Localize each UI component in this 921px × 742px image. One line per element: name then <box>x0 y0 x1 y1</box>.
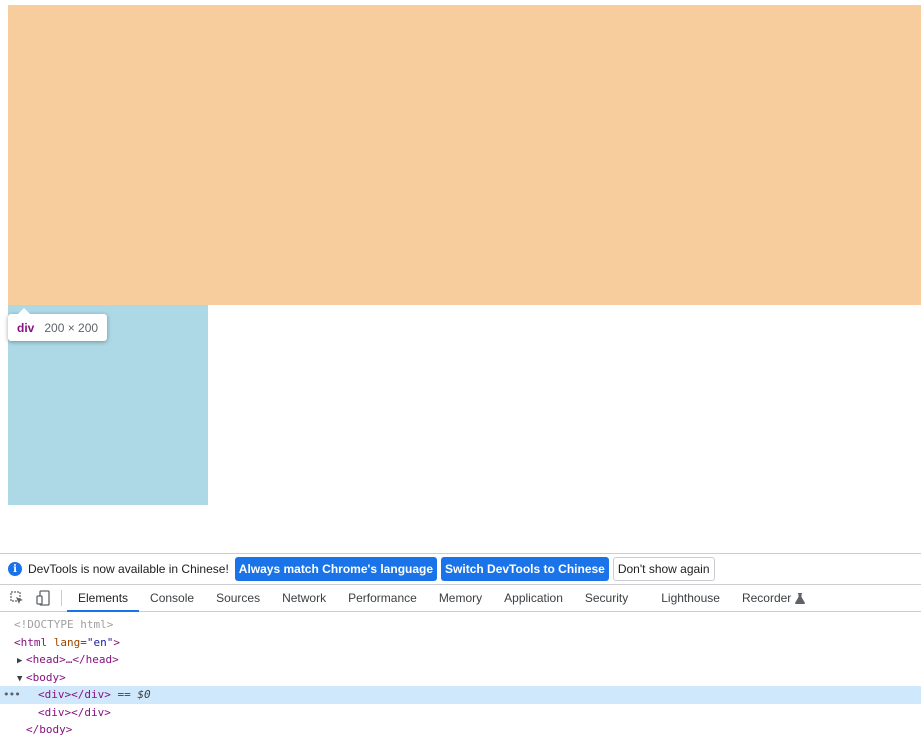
inspect-element-icon[interactable] <box>4 585 30 611</box>
html-close-bracket: > <box>113 635 120 649</box>
switch-to-chinese-button[interactable]: Switch DevTools to Chinese <box>441 557 609 581</box>
html-lang-value: "en" <box>86 635 114 649</box>
dom-line-body[interactable]: ▼ <body> <box>0 669 921 687</box>
page-viewport: div 200 × 200 <box>0 0 921 553</box>
infobar-message: DevTools is now available in Chinese! <box>28 562 229 576</box>
dom-line-div-selected[interactable]: ••• <div></div> == $0 <box>0 686 921 704</box>
toolbar-separator <box>61 590 62 606</box>
div1-tag: <div></div> <box>38 688 111 701</box>
flask-icon <box>795 592 806 604</box>
tooltip-arrow <box>18 308 30 314</box>
dom-line-div-second[interactable]: <div></div> <box>0 704 921 722</box>
tab-recorder-label: Recorder <box>741 591 792 605</box>
tab-recorder[interactable]: Recorder <box>731 585 816 611</box>
html-lang-attr: lang <box>53 635 81 649</box>
tab-network[interactable]: Network <box>271 585 337 611</box>
tab-performance[interactable]: Performance <box>337 585 428 611</box>
dom-line-html[interactable]: <html lang="en"> <box>0 634 921 652</box>
tab-security[interactable]: Security <box>574 585 650 611</box>
div2-tag: <div></div> <box>38 705 111 719</box>
always-match-language-button[interactable]: Always match Chrome's language <box>234 557 438 581</box>
tab-application[interactable]: Application <box>493 585 574 611</box>
info-icon: i <box>8 562 22 576</box>
devtools-panel: i DevTools is now available in Chinese! … <box>0 553 921 742</box>
attr-equals: = <box>80 635 87 649</box>
tooltip-size: 200 × 200 <box>44 320 99 335</box>
tab-elements[interactable]: Elements <box>67 585 140 612</box>
margin-highlight-overlay <box>8 5 921 305</box>
body-open-tag: <body> <box>26 670 66 684</box>
tooltip-tag-name: div <box>17 320 35 335</box>
language-infobar: i DevTools is now available in Chinese! … <box>0 554 921 585</box>
device-toolbar-icon[interactable] <box>30 585 56 611</box>
dont-show-again-button[interactable]: Don't show again <box>612 557 715 581</box>
html-open-tag: <html <box>14 635 48 649</box>
tab-memory[interactable]: Memory <box>428 585 493 611</box>
tab-sources[interactable]: Sources <box>205 585 271 611</box>
tab-lighthouse[interactable]: Lighthouse <box>650 585 731 611</box>
head-tag: <head>…</head> <box>26 653 119 666</box>
devtools-tabbar: Elements Console Sources Network Perform… <box>0 585 921 612</box>
dom-line-head[interactable]: ▶ <head>…</head> <box>0 651 921 669</box>
tab-console[interactable]: Console <box>139 585 205 611</box>
inspect-tooltip: div 200 × 200 <box>8 308 108 341</box>
selected-node-ref: == $0 <box>110 688 151 701</box>
more-dots-icon[interactable]: ••• <box>3 686 21 704</box>
dom-line-doctype[interactable]: <!DOCTYPE html> <box>0 616 921 634</box>
body-close-tag: </body> <box>26 723 73 736</box>
elements-dom-tree: <!DOCTYPE html> <html lang="en"> ▶ <head>… <box>0 616 921 739</box>
doctype-text: <!DOCTYPE html> <box>14 618 114 631</box>
dom-line-body-close[interactable]: </body> <box>0 721 921 739</box>
